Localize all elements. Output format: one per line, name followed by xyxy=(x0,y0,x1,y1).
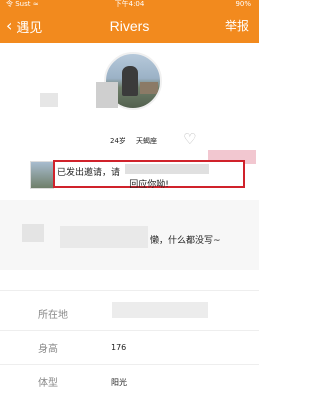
status-bar: 令 Sust ≈ 下午4:04 90% xyxy=(0,0,259,9)
height-label: 身高 xyxy=(38,344,58,355)
page-title: Rivers xyxy=(109,18,150,34)
body-type-label: 体型 xyxy=(38,378,58,389)
zodiac-label: 天蝎座 xyxy=(136,137,157,145)
avatar-background xyxy=(140,82,158,94)
blurred-region xyxy=(40,93,58,107)
report-button[interactable]: 举报 xyxy=(225,9,249,43)
profile-info-line: 24岁 天蝎座 xyxy=(0,134,259,148)
divider xyxy=(0,364,259,365)
clock-label: 下午4:04 xyxy=(114,0,145,8)
divider xyxy=(0,330,259,331)
blurred-region xyxy=(96,82,118,108)
location-label: 所在地 xyxy=(38,310,68,321)
heart-outline-icon[interactable]: ♡ xyxy=(183,130,196,148)
blurred-region xyxy=(60,226,148,248)
blurred-region xyxy=(112,302,208,318)
avatar-person xyxy=(122,66,138,96)
signature-text: 懒，什么都没写~ xyxy=(150,236,221,246)
height-value: 176 xyxy=(111,343,127,352)
age-label: 24岁 xyxy=(110,137,126,145)
divider xyxy=(0,290,259,291)
blurred-region xyxy=(22,224,44,242)
body-type-value: 阳光 xyxy=(111,378,127,387)
invite-message-line2: 回应你呦! xyxy=(129,180,169,190)
battery-label: 90% xyxy=(235,0,251,8)
invite-sender-thumbnail xyxy=(30,161,54,189)
navigation-bar: ‹ 遇见 Rivers 举报 xyxy=(0,9,259,43)
blurred-region xyxy=(125,164,209,174)
